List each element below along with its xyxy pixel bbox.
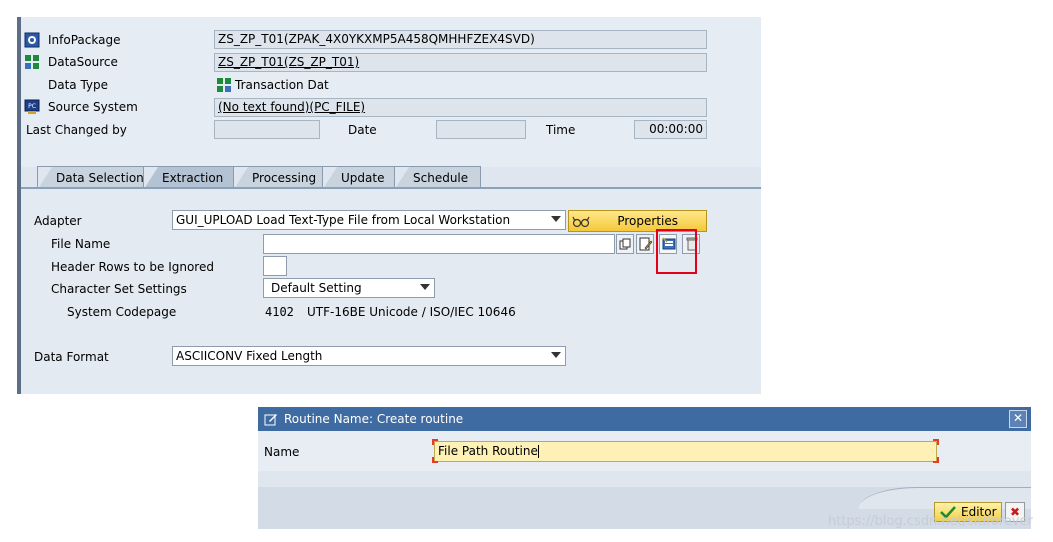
required-marker bbox=[933, 439, 939, 445]
tab-schedule-label: Schedule bbox=[413, 171, 469, 185]
source-system-row: PC Source System bbox=[24, 98, 214, 116]
svg-text:PC: PC bbox=[28, 103, 36, 110]
tab-data-selection-label: Data Selection bbox=[56, 171, 144, 185]
chevron-down-icon bbox=[551, 352, 561, 358]
glasses-icon bbox=[572, 216, 590, 228]
file-name-input[interactable] bbox=[263, 234, 615, 254]
tab-divider bbox=[21, 187, 761, 189]
data-type-label: Data Type bbox=[48, 78, 109, 92]
watermark: https://blog.csdn.net/sitiforever bbox=[828, 514, 1033, 529]
text-cursor bbox=[537, 445, 539, 458]
edit-button[interactable] bbox=[636, 234, 654, 254]
required-marker bbox=[432, 439, 438, 445]
create-routine-dialog: Routine Name: Create routine ✕ bbox=[258, 407, 1031, 529]
edit-icon bbox=[639, 237, 653, 251]
source-system-value: (No text found)(PC_FILE) bbox=[218, 100, 366, 114]
copy-icon bbox=[619, 238, 631, 250]
time-label: Time bbox=[546, 123, 576, 137]
infopackage-label: InfoPackage bbox=[48, 33, 121, 47]
close-icon: ✕ bbox=[1012, 411, 1024, 425]
system-codepage-label: System Codepage bbox=[67, 305, 177, 319]
data-type-value: Transaction Dat bbox=[235, 78, 329, 92]
chevron-down-icon bbox=[420, 284, 430, 290]
dialog-title-bar: Routine Name: Create routine ✕ bbox=[258, 407, 1031, 431]
tab-schedule[interactable]: Schedule bbox=[394, 166, 481, 189]
datasource-row: DataSource bbox=[24, 53, 214, 71]
routine-name-label: Name bbox=[264, 445, 300, 459]
highlight-box bbox=[656, 229, 697, 274]
date-label: Date bbox=[348, 123, 377, 137]
tab-processing[interactable]: Processing bbox=[233, 166, 325, 189]
adapter-label: Adapter bbox=[34, 214, 82, 228]
date-field[interactable] bbox=[436, 120, 526, 139]
header-rows-label: Header Rows to be Ignored bbox=[51, 260, 214, 274]
adapter-dropdown[interactable]: GUI_UPLOAD Load Text-Type File from Loca… bbox=[172, 210, 566, 230]
tab-extraction[interactable]: Extraction bbox=[143, 166, 240, 189]
pc-source-icon: PC bbox=[24, 99, 40, 114]
tab-processing-label: Processing bbox=[252, 171, 317, 185]
routine-name-value: File Path Routine bbox=[438, 444, 538, 458]
close-button[interactable]: ✕ bbox=[1009, 410, 1027, 428]
last-changed-by-field[interactable] bbox=[214, 120, 320, 139]
system-codepage-value: UTF-16BE Unicode / ISO/IEC 10646 bbox=[307, 305, 516, 319]
infopackage-icon bbox=[24, 32, 40, 48]
datasource-field[interactable]: ZS_ZP_T01(ZS_ZP_T01) bbox=[214, 53, 707, 72]
copy-button[interactable] bbox=[616, 234, 634, 254]
datasource-label: DataSource bbox=[48, 55, 118, 69]
header-rows-input[interactable] bbox=[263, 256, 287, 276]
chevron-down-icon bbox=[551, 216, 561, 222]
dialog-title: Routine Name: Create routine bbox=[284, 412, 464, 426]
tab-data-selection[interactable]: Data Selection bbox=[37, 166, 153, 189]
last-changed-by-label: Last Changed by bbox=[26, 123, 127, 137]
source-system-label: Source System bbox=[48, 100, 138, 114]
required-marker bbox=[933, 457, 939, 463]
time-field[interactable]: 00:00:00 bbox=[634, 120, 707, 139]
data-format-value: ASCIICONV Fixed Length bbox=[176, 349, 323, 363]
charset-value: Default Setting bbox=[271, 281, 362, 295]
create-icon bbox=[264, 414, 277, 426]
data-type-row: Data Type bbox=[24, 76, 214, 94]
datasource-value: ZS_ZP_T01(ZS_ZP_T01) bbox=[218, 55, 360, 69]
infopackage-row: InfoPackage bbox=[24, 31, 214, 49]
required-marker bbox=[432, 457, 438, 463]
tab-update-label: Update bbox=[341, 171, 385, 185]
infopackage-value: ZS_ZP_T01(ZPAK_4X0YKXMP5A458QMHHFZEX4SVD… bbox=[218, 32, 535, 46]
routine-name-input[interactable]: File Path Routine bbox=[434, 441, 937, 462]
source-system-field[interactable]: (No text found)(PC_FILE) bbox=[214, 98, 707, 117]
charset-label: Character Set Settings bbox=[51, 282, 187, 296]
charset-dropdown[interactable]: Default Setting bbox=[263, 278, 435, 298]
data-format-label: Data Format bbox=[34, 350, 109, 364]
file-name-label: File Name bbox=[51, 237, 111, 251]
tab-update[interactable]: Update bbox=[322, 166, 396, 189]
properties-label: Properties bbox=[617, 214, 678, 228]
tab-extraction-label: Extraction bbox=[162, 171, 224, 185]
infopackage-field[interactable]: ZS_ZP_T01(ZPAK_4X0YKXMP5A458QMHHFZEX4SVD… bbox=[214, 30, 707, 49]
datasource-icon bbox=[25, 55, 39, 69]
transaction-data-icon bbox=[217, 78, 231, 92]
data-format-dropdown[interactable]: ASCIICONV Fixed Length bbox=[172, 346, 566, 366]
adapter-value: GUI_UPLOAD Load Text-Type File from Loca… bbox=[176, 213, 511, 227]
system-codepage-code: 4102 bbox=[265, 305, 294, 319]
